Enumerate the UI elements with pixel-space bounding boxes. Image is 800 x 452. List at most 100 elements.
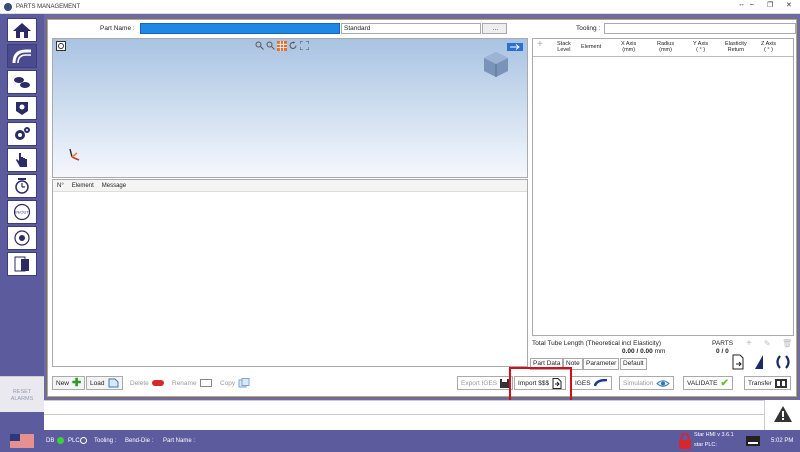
col-number: N° (57, 182, 64, 189)
reverse-direction-icon[interactable] (774, 354, 792, 370)
sidebar-report-button[interactable] (7, 252, 37, 276)
browse-button[interactable]: ... (482, 23, 507, 34)
sidebar-home-button[interactable] (7, 18, 37, 42)
check-icon: ✔ (720, 377, 729, 389)
view-cube-icon[interactable] (481, 49, 511, 79)
home-icon (13, 23, 31, 38)
highlight-box (509, 367, 572, 403)
tab-default[interactable]: Default (620, 358, 647, 370)
new-button[interactable]: New ✚ (52, 376, 86, 390)
axis-triad-icon (69, 148, 80, 161)
transfer-icon (774, 378, 787, 388)
sidebar-tooling-button[interactable] (7, 96, 37, 120)
col-message: Message (101, 182, 127, 189)
sidebar-counter-button[interactable] (7, 226, 37, 250)
title-bar: PARTS MANAGEMENT ↔ – ❐ ✕ (0, 0, 800, 14)
eye-icon (656, 379, 671, 387)
col-x-axis: X Axis (mm) (621, 41, 637, 53)
tooling-input[interactable] (604, 23, 796, 34)
part-name-status: Part Name : (163, 438, 196, 444)
db-status-icon (57, 437, 64, 444)
part-name-label: Part Name : (100, 25, 135, 32)
tooling-label: Tooling : (576, 25, 601, 32)
load-button[interactable]: Load (86, 376, 124, 390)
plc-label: PLC (68, 438, 80, 444)
message-header: N° Element Message (53, 180, 527, 192)
sidebar-timer-button[interactable] (7, 174, 37, 198)
rotate-icon[interactable] (289, 41, 298, 50)
parts-count: 0 / 0 (716, 348, 729, 355)
close-button[interactable]: ✕ (786, 1, 792, 9)
plc-version: star PLC: (694, 442, 717, 448)
table-header: + Stack Level Element X Axis (mm) Radius (m… (533, 39, 793, 57)
add-part-icon[interactable]: + (746, 338, 752, 349)
copy-button[interactable]: Copy (216, 376, 255, 390)
main-frame: Part Name : Standard ... Tooling : N° El… (44, 14, 800, 400)
report-icon (14, 256, 29, 272)
zoom-in-icon[interactable] (266, 41, 275, 50)
reset-alarms-button[interactable]: RESET ALARMS (0, 376, 44, 412)
fullscreen-icon[interactable] (300, 41, 309, 50)
taper-icon[interactable] (753, 354, 765, 370)
rename-button[interactable]: Rename (168, 376, 216, 390)
us-flag-icon[interactable] (10, 434, 34, 448)
gear-icon (15, 127, 30, 140)
zoom-out-icon[interactable] (255, 41, 264, 50)
maximize-button[interactable]: ❐ (767, 1, 773, 9)
export-iges-button[interactable]: Export IGES (457, 376, 514, 390)
col-y-axis: Y Axis( ° ) (693, 41, 709, 53)
message-strip (44, 400, 800, 430)
plc-status-icon (80, 437, 87, 444)
sidebar: IN/OUT RESET ALARMS (0, 14, 44, 430)
hmi-version: Star HMI v 3.6.1 (694, 432, 734, 438)
col-elasticity-return: Elasticity Return (725, 41, 747, 53)
parts-label: PARTS (712, 340, 734, 347)
iges-button[interactable]: IGES (571, 376, 612, 390)
col-element: Element (71, 182, 94, 189)
material-select[interactable]: Standard (341, 23, 481, 34)
minimize-button[interactable]: – (750, 1, 754, 8)
new-document-icon[interactable] (731, 354, 745, 370)
col-stack-level: Stack Level (557, 41, 571, 53)
transfer-button[interactable]: Transfer (744, 376, 791, 390)
counter-icon (14, 230, 30, 246)
3d-viewport[interactable] (52, 38, 528, 178)
part-name-input[interactable] (140, 23, 340, 34)
warning-button[interactable] (764, 400, 800, 430)
tooling-status: Tooling : (94, 438, 117, 444)
tab-parameter[interactable]: Parameter (583, 358, 620, 370)
simulation-button[interactable]: Simulation (619, 376, 675, 390)
grid-icon[interactable] (277, 41, 287, 51)
sidebar-settings-button[interactable] (7, 122, 37, 146)
stopwatch-icon (15, 178, 29, 194)
view-toolbar (255, 41, 309, 51)
edit-part-icon[interactable]: ✎ (764, 339, 771, 348)
tooling-icon (16, 102, 28, 115)
sidebar-manual-button[interactable] (7, 148, 37, 172)
save-icon (500, 378, 510, 388)
copy-icon (238, 378, 250, 388)
main-content: Part Name : Standard ... Tooling : N° El… (47, 19, 797, 397)
sidebar-tube-bend-button[interactable] (7, 44, 37, 68)
keyboard-icon[interactable] (746, 436, 760, 446)
col-radius: Radius (mm) (657, 41, 675, 53)
hand-icon (16, 153, 27, 167)
delete-button[interactable]: Delete (126, 376, 168, 390)
plus-icon: ✚ (72, 376, 82, 389)
lock-icon[interactable] (678, 433, 692, 449)
rename-icon (199, 379, 212, 387)
total-length-value: 0.00 / 0.00 mm (622, 348, 666, 355)
sidebar-in-out-button[interactable]: IN/OUT (7, 200, 37, 224)
resize-icon[interactable]: ↔ (738, 1, 745, 8)
iges-tube-icon (593, 379, 607, 387)
add-row-icon[interactable]: + (537, 40, 543, 50)
sidebar-parts-button[interactable] (7, 70, 37, 94)
tube-bend-icon (12, 49, 31, 64)
validate-button[interactable]: VALIDATE ✔ (683, 376, 733, 390)
delete-icon (151, 380, 164, 386)
fit-view-icon[interactable] (56, 41, 66, 51)
status-bar: DB PLC Tooling : Bend-Die : Part Name : … (0, 430, 800, 452)
delete-part-icon[interactable]: 🗑 (782, 339, 792, 348)
view-direction-icon[interactable] (507, 43, 523, 51)
total-length-label: Total Tube Length (Theoretical incl Elas… (532, 340, 661, 347)
